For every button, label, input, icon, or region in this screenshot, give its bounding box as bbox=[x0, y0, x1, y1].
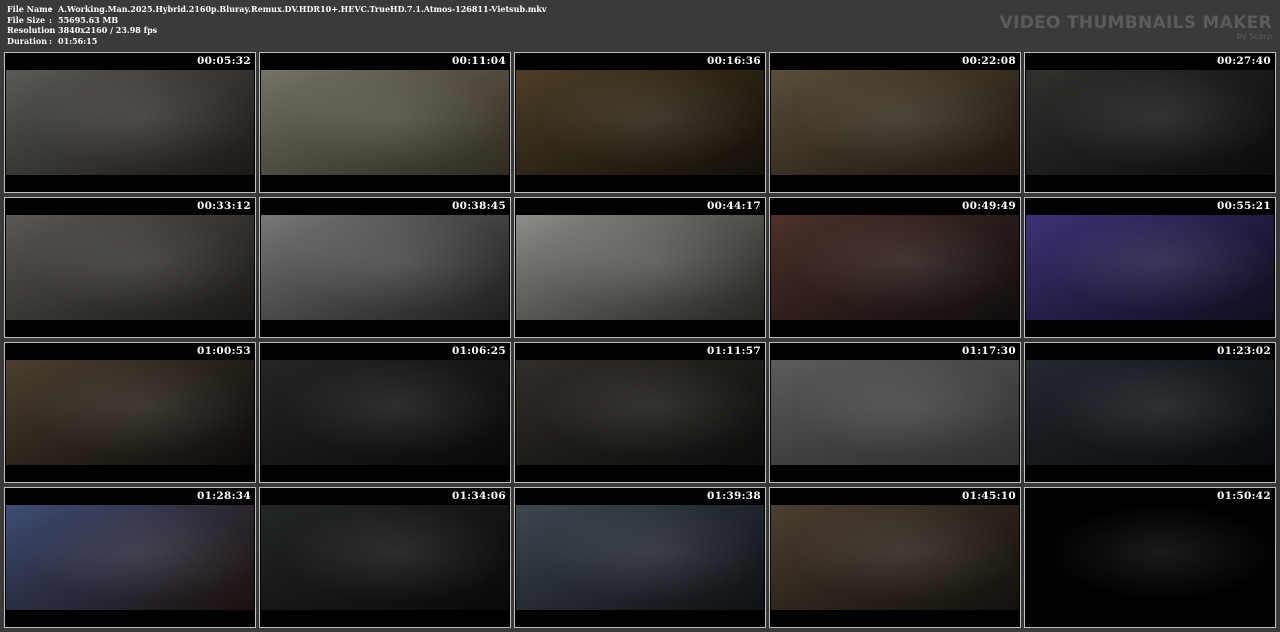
brand-title: VIDEO THUMBNAILS MAKER bbox=[999, 13, 1272, 33]
thumbnail-frame bbox=[261, 505, 509, 610]
info-separator: : bbox=[49, 25, 52, 36]
info-key: File Name bbox=[7, 4, 53, 14]
thumbnail-frame bbox=[261, 215, 509, 320]
thumbnail[interactable]: 00:33:12 bbox=[4, 197, 256, 338]
thumbnail-frame bbox=[261, 360, 509, 465]
thumbnail-timestamp: 00:49:49 bbox=[962, 200, 1016, 212]
info-row-resolution: Resolution : 3840x2160 / 23.98 fps bbox=[7, 25, 547, 36]
thumbnail[interactable]: 00:11:04 bbox=[259, 52, 511, 193]
thumbnail[interactable]: 01:17:30 bbox=[769, 342, 1021, 483]
info-separator: : bbox=[49, 14, 52, 25]
thumbnail[interactable]: 00:44:17 bbox=[514, 197, 766, 338]
thumbnail[interactable]: 01:45:10 bbox=[769, 487, 1021, 628]
info-key: Resolution bbox=[7, 25, 56, 36]
thumbnail-frame bbox=[771, 70, 1019, 175]
thumbnail-timestamp: 00:05:32 bbox=[197, 55, 251, 67]
thumbnail[interactable]: 01:23:02 bbox=[1024, 342, 1276, 483]
info-value: 3840x2160 / 23.98 fps bbox=[58, 25, 158, 36]
thumbnail-frame bbox=[6, 215, 254, 320]
thumbnail[interactable]: 00:55:21 bbox=[1024, 197, 1276, 338]
thumbnail[interactable]: 01:11:57 bbox=[514, 342, 766, 483]
thumbnail-timestamp: 01:00:53 bbox=[197, 345, 251, 357]
thumbnail-frame bbox=[771, 505, 1019, 610]
thumbnail-timestamp: 01:11:57 bbox=[707, 345, 761, 357]
thumbnail-frame bbox=[1026, 360, 1274, 465]
info-value: 01:56:15 bbox=[58, 35, 98, 46]
thumbnail-timestamp: 01:06:25 bbox=[452, 345, 506, 357]
thumbnail-frame bbox=[1026, 215, 1274, 320]
info-key: File Size bbox=[7, 14, 46, 25]
thumbnail-frame bbox=[771, 360, 1019, 465]
thumbnail-timestamp: 01:34:06 bbox=[452, 490, 506, 502]
thumbnail-timestamp: 01:28:34 bbox=[197, 490, 251, 502]
thumbnail-timestamp: 00:22:08 bbox=[962, 55, 1016, 67]
file-info: File Name : A.Working.Man.2025.Hybrid.21… bbox=[7, 4, 547, 46]
info-separator: : bbox=[49, 4, 52, 14]
info-separator: : bbox=[49, 35, 52, 46]
info-row-duration: Duration : 01:56:15 bbox=[7, 36, 547, 47]
thumbnail[interactable]: 01:50:42 bbox=[1024, 487, 1276, 628]
thumbnail-frame bbox=[1026, 70, 1274, 175]
thumbnail-frame bbox=[6, 70, 254, 175]
thumbnail-frame bbox=[516, 215, 764, 320]
thumbnail[interactable]: 00:16:36 bbox=[514, 52, 766, 193]
thumbnail-timestamp: 01:39:38 bbox=[707, 490, 761, 502]
thumbnail[interactable]: 00:49:49 bbox=[769, 197, 1021, 338]
thumbnail[interactable]: 00:38:45 bbox=[259, 197, 511, 338]
info-row-file-name: File Name : A.Working.Man.2025.Hybrid.21… bbox=[7, 4, 547, 15]
thumbnail-frame bbox=[1026, 505, 1274, 610]
thumbnail-timestamp: 01:17:30 bbox=[962, 345, 1016, 357]
thumbnail-timestamp: 01:23:02 bbox=[1217, 345, 1271, 357]
thumbnail[interactable]: 01:00:53 bbox=[4, 342, 256, 483]
thumbnail[interactable]: 01:28:34 bbox=[4, 487, 256, 628]
thumbnail-timestamp: 00:27:40 bbox=[1217, 55, 1271, 67]
brand-watermark: VIDEO THUMBNAILS MAKER by Scorp bbox=[1000, 13, 1272, 41]
thumbnail-frame bbox=[516, 505, 764, 610]
thumbnail-timestamp: 00:44:17 bbox=[707, 200, 761, 212]
thumbnail-frame bbox=[516, 70, 764, 175]
thumbnail-grid: 00:05:32 00:11:04 00:16:36 00:22:08 00:27:40… bbox=[4, 52, 1276, 628]
thumbnail[interactable]: 00:22:08 bbox=[769, 52, 1021, 193]
thumbnail-timestamp: 00:38:45 bbox=[452, 200, 506, 212]
thumbnail-frame bbox=[771, 215, 1019, 320]
thumbnail-timestamp: 01:45:10 bbox=[962, 490, 1016, 502]
thumbnail[interactable]: 01:34:06 bbox=[259, 487, 511, 628]
thumbnail[interactable]: 01:06:25 bbox=[259, 342, 511, 483]
info-key: Duration bbox=[7, 35, 48, 46]
thumbnail[interactable]: 00:05:32 bbox=[4, 52, 256, 193]
thumbnail-frame bbox=[516, 360, 764, 465]
thumbnail[interactable]: 00:27:40 bbox=[1024, 52, 1276, 193]
thumbnail-frame bbox=[261, 70, 509, 175]
thumbnail-timestamp: 00:55:21 bbox=[1217, 200, 1271, 212]
thumbnail-frame bbox=[6, 505, 254, 610]
thumbnail-frame bbox=[6, 360, 254, 465]
info-value: A.Working.Man.2025.Hybrid.2160p.Bluray.R… bbox=[58, 4, 547, 14]
info-row-file-size: File Size : 55695.63 MB bbox=[7, 15, 547, 26]
brand-subtitle: by Scorp bbox=[1236, 32, 1272, 41]
thumbnail-timestamp: 00:16:36 bbox=[707, 55, 761, 67]
info-value: 55695.63 MB bbox=[58, 14, 119, 25]
thumbnail-timestamp: 01:50:42 bbox=[1217, 490, 1271, 502]
thumbnail-timestamp: 00:33:12 bbox=[197, 200, 251, 212]
thumbnail[interactable]: 01:39:38 bbox=[514, 487, 766, 628]
thumbnail-timestamp: 00:11:04 bbox=[452, 55, 506, 67]
